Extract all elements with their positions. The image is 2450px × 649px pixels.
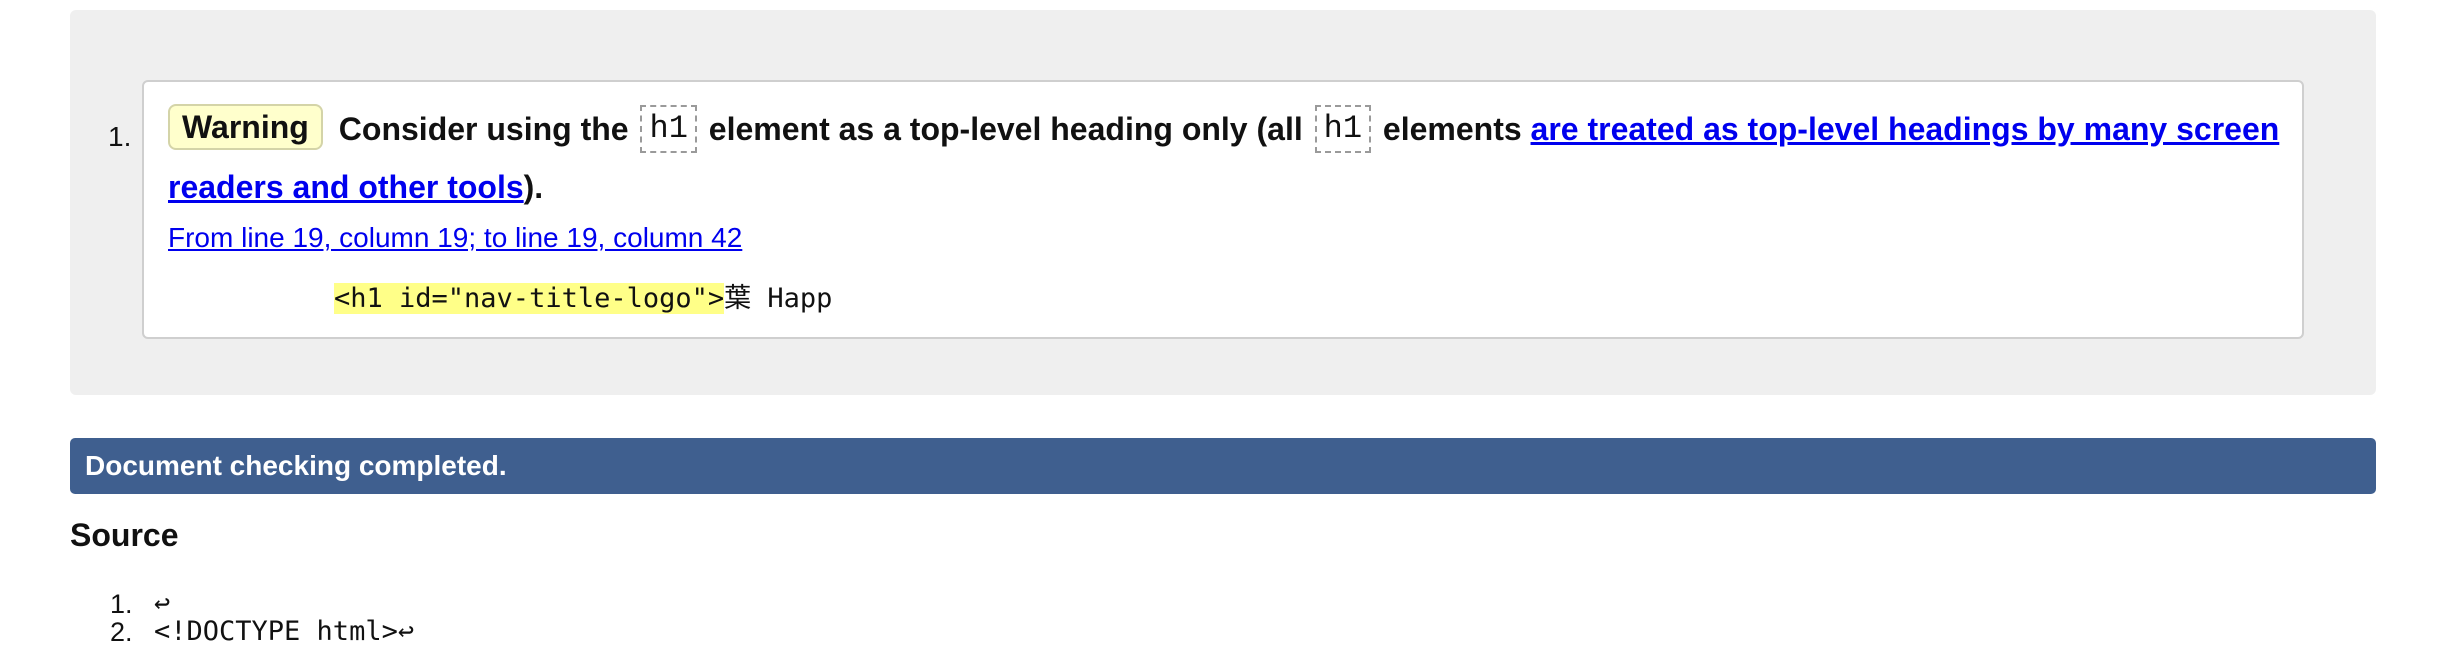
- source-line: 1. ↩: [0, 588, 900, 619]
- extract-following-text: 葉 Happ: [724, 283, 833, 314]
- message-text-middle: element as a top-level heading only (all: [708, 111, 1303, 147]
- message-end-punctuation: ).: [523, 169, 544, 205]
- document-check-status: Document checking completed.: [70, 438, 2376, 494]
- source-line: 2. <!DOCTYPE html>↩: [0, 616, 900, 647]
- message-text-before-h1: Consider using the: [338, 111, 629, 147]
- source-code-list: 1. ↩ 2. <!DOCTYPE html>↩: [0, 588, 900, 647]
- message-text-after-tag: elements: [1382, 111, 1522, 147]
- warning-badge: Warning: [168, 104, 323, 150]
- highlighted-h1-code: <h1 id="nav-title-logo">: [334, 283, 725, 314]
- h1-code-tag-secondary: h1: [1314, 105, 1372, 153]
- message-number: 1.: [108, 121, 132, 152]
- source-line-code: ↩: [154, 588, 171, 619]
- warning-message-box: Warning Consider using the h1 element as …: [142, 80, 2304, 339]
- h1-code-tag: h1: [640, 105, 697, 153]
- validation-results-panel: 1. Warning Consider using the h1 element …: [70, 10, 2376, 395]
- warning-message-text: Warning Consider using the h1 element as …: [168, 100, 2288, 216]
- source-heading: Source: [70, 517, 179, 553]
- source-location-link[interactable]: From line 19, column 19; to line 19, col…: [168, 222, 742, 254]
- source-line-code: <!DOCTYPE html>↩: [154, 616, 415, 647]
- code-extract: <h1 id="nav-title-logo">葉 Happ: [334, 276, 832, 315]
- source-line-number: 1.: [110, 589, 133, 619]
- source-line-number: 2.: [110, 617, 133, 647]
